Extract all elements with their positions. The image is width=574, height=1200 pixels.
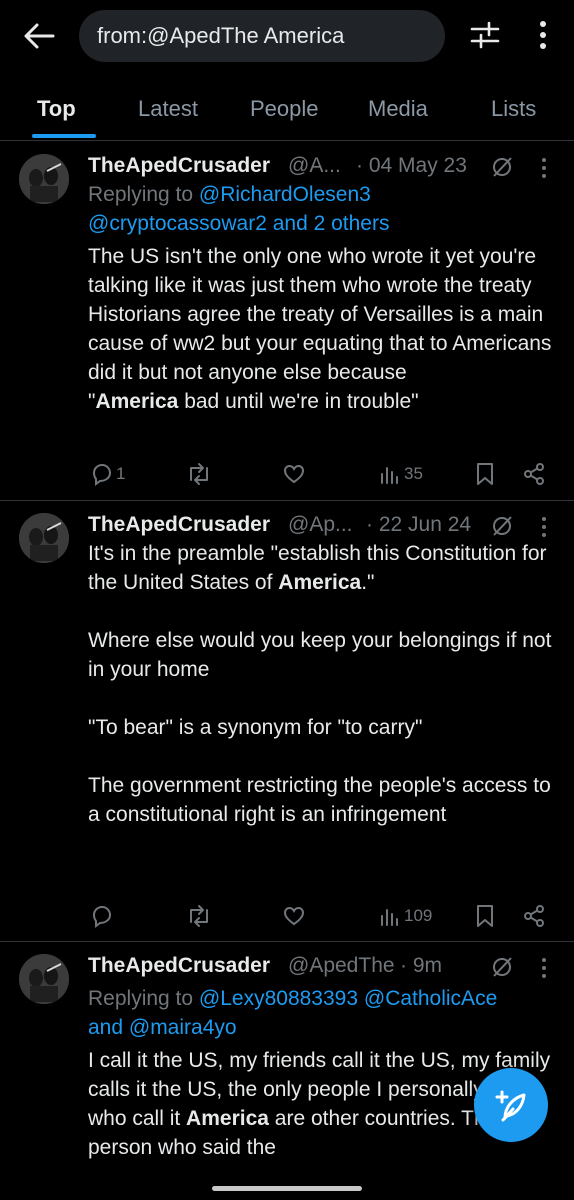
tab-latest[interactable]: Latest xyxy=(138,96,198,122)
text-fragment: bad until we're in trouble" xyxy=(178,390,419,413)
tab-top[interactable]: Top xyxy=(37,96,76,122)
share-icon xyxy=(524,463,544,485)
more-vertical-icon xyxy=(540,21,546,49)
highlighted-term: America xyxy=(278,571,362,594)
bookmark-button[interactable] xyxy=(474,898,498,934)
bookmark-icon xyxy=(477,463,493,485)
tweet[interactable]: TheApedCrusader @A... · 04 May 23 Replyi… xyxy=(0,142,574,501)
mention-link[interactable]: @Lexy80883393 xyxy=(199,987,358,1010)
arrow-left-icon xyxy=(24,23,55,49)
views-chart-icon xyxy=(381,909,398,926)
mention-link[interactable]: and @maira4yo xyxy=(88,1016,237,1039)
repost-button[interactable] xyxy=(186,898,214,934)
grok-icon[interactable] xyxy=(490,155,514,179)
tweet-paragraph: It's in the preamble "establish this Con… xyxy=(88,539,558,597)
heart-icon xyxy=(283,464,305,484)
view-count: 35 xyxy=(404,464,423,483)
tweet-more-button[interactable] xyxy=(534,515,554,539)
grok-icon[interactable] xyxy=(490,514,514,538)
search-input[interactable]: from:@ApedThe America xyxy=(79,10,445,62)
view-count: 109 xyxy=(404,906,433,925)
tweet-header: TheApedCrusader @ApedThe · 9m xyxy=(88,950,512,982)
views-chart-icon xyxy=(381,467,398,484)
replying-to-label: Replying to xyxy=(88,183,194,206)
replying-to-label: Replying to xyxy=(88,987,194,1010)
repost-icon xyxy=(190,905,208,927)
tweet-date[interactable]: · 9m xyxy=(400,950,442,982)
tweet-paragraph: Historians agree the treaty of Versaille… xyxy=(88,303,552,384)
replying-to: Replying to @Lexy80883393 @CatholicAce a… xyxy=(88,984,558,1042)
reply-button[interactable] xyxy=(90,898,116,934)
tweet-header: TheApedCrusader @A... · 04 May 23 xyxy=(88,150,512,182)
tweet-text: The US isn't the only one who wrote it y… xyxy=(88,242,558,416)
text-fragment: ." xyxy=(361,571,375,594)
grok-icon[interactable] xyxy=(490,955,514,979)
repost-button[interactable] xyxy=(186,456,214,492)
search-tabs: Top Latest People Media Lists xyxy=(0,80,574,141)
share-button[interactable] xyxy=(522,898,548,934)
top-bar: from:@ApedThe America xyxy=(0,0,574,72)
bookmark-button[interactable] xyxy=(474,456,498,492)
author-name[interactable]: TheApedCrusader xyxy=(88,509,270,541)
author-handle[interactable]: @ApedThe xyxy=(288,950,395,982)
home-indicator[interactable] xyxy=(212,1186,362,1191)
repost-icon xyxy=(190,463,208,485)
highlighted-term: America xyxy=(186,1107,269,1130)
reply-button[interactable]: 1 xyxy=(90,456,125,492)
highlighted-term: America xyxy=(95,390,179,413)
active-tab-indicator xyxy=(32,134,96,138)
tweet[interactable]: TheApedCrusader @ApedThe · 9m Replying t… xyxy=(0,942,574,1172)
avatar[interactable] xyxy=(19,513,69,563)
tab-lists[interactable]: Lists xyxy=(491,96,536,122)
views-button[interactable]: 35 xyxy=(378,456,423,492)
like-button[interactable] xyxy=(282,456,308,492)
filter-button[interactable] xyxy=(470,18,500,52)
share-button[interactable] xyxy=(522,456,548,492)
tweet-date[interactable]: · 04 May 23 xyxy=(356,150,467,182)
mention-link[interactable]: @RichardOlesen3 xyxy=(199,183,371,206)
tab-media[interactable]: Media xyxy=(368,96,428,122)
replying-to: Replying to @RichardOlesen3 @cryptocasso… xyxy=(88,180,558,238)
tweet-more-button[interactable] xyxy=(534,156,554,180)
tweet-date[interactable]: · 22 Jun 24 xyxy=(366,509,471,541)
bookmark-icon xyxy=(477,905,493,927)
tab-people[interactable]: People xyxy=(250,96,319,122)
tweet-paragraph: The US isn't the only one who wrote it y… xyxy=(88,245,537,297)
tweet-paragraph: "To bear" is a synonym for "to carry" xyxy=(88,716,423,739)
reply-icon xyxy=(92,463,112,486)
author-handle[interactable]: @Ap... xyxy=(288,509,353,541)
avatar[interactable] xyxy=(19,954,69,1004)
author-handle[interactable]: @A... xyxy=(288,150,341,182)
tweet[interactable]: TheApedCrusader @Ap... · 22 Jun 24 It's … xyxy=(0,501,574,942)
views-button[interactable]: 109 xyxy=(378,898,432,934)
author-name[interactable]: TheApedCrusader xyxy=(88,950,270,982)
reply-icon xyxy=(92,905,112,928)
author-name[interactable]: TheApedCrusader xyxy=(88,150,270,182)
avatar[interactable] xyxy=(19,154,69,204)
mention-link[interactable]: @CatholicAce xyxy=(364,987,497,1010)
like-button[interactable] xyxy=(282,898,308,934)
more-vertical-icon xyxy=(542,158,546,178)
more-vertical-icon xyxy=(542,958,546,978)
compose-button[interactable] xyxy=(474,1068,548,1142)
tweet-text: It's in the preamble "establish this Con… xyxy=(88,539,558,829)
back-button[interactable] xyxy=(22,21,56,51)
tweet-paragraph: "America bad until we're in trouble" xyxy=(88,387,558,416)
tweet-header: TheApedCrusader @Ap... · 22 Jun 24 xyxy=(88,509,512,541)
heart-icon xyxy=(283,906,305,926)
share-icon xyxy=(524,905,544,927)
tweet-paragraph: The government restricting the people's … xyxy=(88,774,551,826)
reply-count: 1 xyxy=(116,464,126,483)
tweet-actions: 109 xyxy=(88,898,558,934)
more-vertical-icon xyxy=(542,517,546,537)
more-options-button[interactable] xyxy=(532,18,554,52)
tweet-actions: 1 35 xyxy=(88,456,558,492)
mention-link[interactable]: @cryptocassowar2 and 2 others xyxy=(88,212,389,235)
sliders-icon xyxy=(470,21,500,49)
tweet-paragraph: Where else would you keep your belonging… xyxy=(88,629,552,681)
tweet-more-button[interactable] xyxy=(534,956,554,980)
compose-plus-icon xyxy=(495,1090,526,1122)
